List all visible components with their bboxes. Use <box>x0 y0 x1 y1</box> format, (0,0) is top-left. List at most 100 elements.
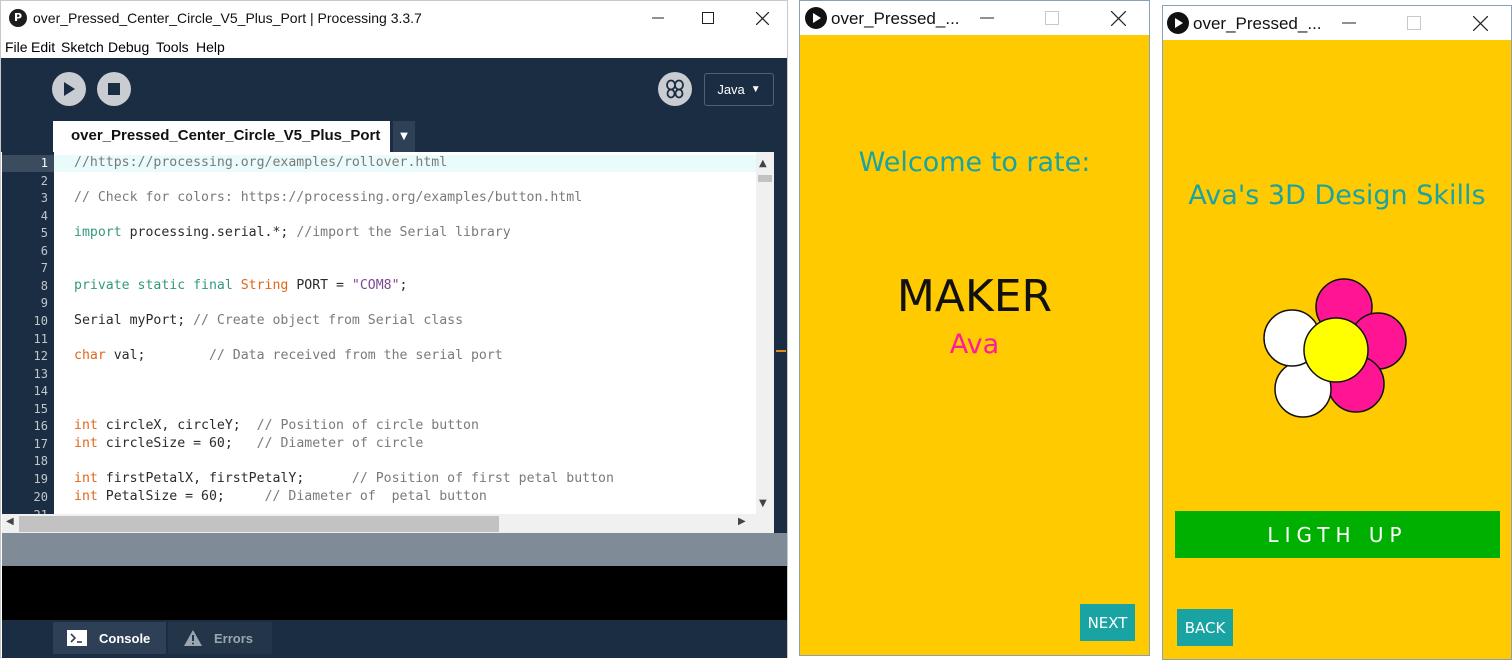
code-lines[interactable]: //https://processing.org/examples/rollov… <box>54 152 756 514</box>
menu-bar: File Edit Sketch Debug Tools Help <box>1 36 787 58</box>
code-token: firstPetalX, firstPetalY; <box>97 471 352 486</box>
close-button[interactable] <box>1457 6 1503 40</box>
sketch2-title: over_Pressed_... <box>1193 14 1322 33</box>
vertical-scroll-thumb[interactable] <box>758 175 772 182</box>
run-button[interactable] <box>52 72 86 106</box>
sketch1-titlebar: over_Pressed_... <box>800 1 1149 35</box>
close-button[interactable] <box>1095 1 1141 35</box>
menu-edit[interactable]: Edit <box>31 39 55 55</box>
line-number: 4 <box>40 209 48 223</box>
scroll-down-icon[interactable]: ▼ <box>759 498 767 509</box>
maker-name: Ava <box>949 329 1000 360</box>
code-line-19: int firstPetalX, firstPetalY; // Positio… <box>74 471 614 486</box>
stop-button[interactable] <box>97 72 131 106</box>
code-token: char <box>74 348 106 363</box>
error-marker-column <box>774 152 787 533</box>
sketch-window-rating: over_Pressed_... Ava's 3D Design Skills … <box>1162 5 1512 660</box>
code-line-12: char val; // Data received from the seri… <box>74 348 503 363</box>
code-token: // Diameter of circle <box>256 436 424 451</box>
scroll-up-icon[interactable]: ▲ <box>759 158 767 169</box>
code-token: int <box>74 436 98 451</box>
mode-label: Java <box>717 82 745 97</box>
menu-file[interactable]: File <box>5 39 28 55</box>
sketch2-titlebar: over_Pressed_... <box>1163 6 1511 40</box>
console-output <box>2 566 787 620</box>
minimize-button[interactable] <box>635 1 681 35</box>
code-token: int <box>74 489 98 504</box>
code-line-8: private static final String PORT = "COM8… <box>74 278 408 293</box>
code-token: val; <box>105 348 209 363</box>
line-number: 18 <box>33 454 48 468</box>
stop-icon <box>108 83 120 95</box>
menu-help[interactable]: Help <box>196 39 225 55</box>
debug-button[interactable] <box>658 72 692 106</box>
skill-title: Ava's 3D Design Skills <box>1188 180 1486 211</box>
error-marker[interactable] <box>776 350 786 352</box>
menu-debug[interactable]: Debug <box>108 39 149 55</box>
minimize-button[interactable] <box>964 1 1010 35</box>
next-button[interactable]: NEXT <box>1080 604 1135 641</box>
line-number: 7 <box>40 261 48 275</box>
sketch1-title: over_Pressed_... <box>831 9 960 28</box>
maximize-button[interactable] <box>685 1 731 35</box>
maximize-icon <box>702 12 714 24</box>
menu-sketch[interactable]: Sketch <box>61 39 104 55</box>
code-token: circleSize = 60; <box>97 436 257 451</box>
tab-errors[interactable]: Errors <box>168 622 272 654</box>
line-number: 11 <box>33 332 48 346</box>
code-token: // Position of first petal button <box>351 471 614 486</box>
code-line-20: int PetalSize = 60; // Diameter of petal… <box>74 489 487 504</box>
sketch-tab[interactable]: over_Pressed_Center_Circle_V5_Plus_Port <box>53 121 390 153</box>
maximize-icon <box>1045 11 1059 25</box>
ide-window-title: over_Pressed_Center_Circle_V5_Plus_Port … <box>33 10 422 26</box>
line-number: 5 <box>40 226 48 240</box>
menu-tools[interactable]: Tools <box>156 39 189 55</box>
line-number: 9 <box>40 296 48 310</box>
console-divider[interactable] <box>2 533 787 566</box>
line-number: 16 <box>33 419 48 433</box>
code-token: // Data received from the serial port <box>208 348 503 363</box>
mode-selector[interactable]: Java ▼ <box>704 73 774 106</box>
scroll-right-icon[interactable]: ▶ <box>738 516 746 527</box>
code-token: import <box>74 225 122 240</box>
scroll-left-icon[interactable]: ◀ <box>6 516 14 527</box>
dropdown-arrow-icon: ▼ <box>750 84 761 95</box>
line-number: 12 <box>33 349 48 363</box>
butterfly-icon <box>666 79 684 99</box>
line-number: 2 <box>40 174 48 188</box>
code-token: PetalSize = 60; <box>97 489 265 504</box>
line-number: 15 <box>33 402 48 416</box>
code-line-16: int circleX, circleY; // Position of cir… <box>74 418 479 433</box>
horizontal-scroll-thumb[interactable] <box>19 516 499 532</box>
line-number: 3 <box>40 191 48 205</box>
code-token: String <box>240 278 289 293</box>
minimize-button[interactable] <box>1326 6 1372 40</box>
flower-graphic[interactable] <box>1258 271 1418 431</box>
close-button[interactable] <box>739 1 785 35</box>
code-line-17: int circleSize = 60; // Diameter of circ… <box>74 436 423 451</box>
console-icon <box>67 630 87 646</box>
sketch-window-welcome: over_Pressed_... Welcome to rate: MAKER … <box>799 0 1150 656</box>
code-token: "COM8" <box>351 278 400 293</box>
code-token: //import the Serial library <box>296 225 511 240</box>
play-icon <box>64 82 75 96</box>
warning-icon <box>184 630 202 646</box>
code-token: circleX, circleY; <box>97 418 257 433</box>
back-button[interactable]: BACK <box>1177 609 1233 646</box>
sketch-app-icon <box>805 7 827 29</box>
ide-titlebar: P over_Pressed_Center_Circle_V5_Plus_Por… <box>1 1 787 35</box>
tab-menu-button[interactable]: ▼ <box>393 121 415 152</box>
close-icon <box>1110 10 1126 26</box>
maximize-button[interactable] <box>1029 1 1075 35</box>
maximize-button[interactable] <box>1391 6 1437 40</box>
line-number: 13 <box>33 367 48 381</box>
code-token: ; <box>399 278 408 293</box>
light-up-button[interactable]: LIGTH UP <box>1175 511 1500 558</box>
code-line-1: //https://processing.org/examples/rollov… <box>74 155 448 170</box>
code-token: // Position of circle button <box>256 418 479 433</box>
tab-console[interactable]: Console <box>53 622 166 654</box>
line-number: 14 <box>33 384 48 398</box>
vertical-scrollbar[interactable] <box>756 152 774 514</box>
flower-center[interactable] <box>1303 317 1369 383</box>
line-number: 10 <box>33 314 48 328</box>
